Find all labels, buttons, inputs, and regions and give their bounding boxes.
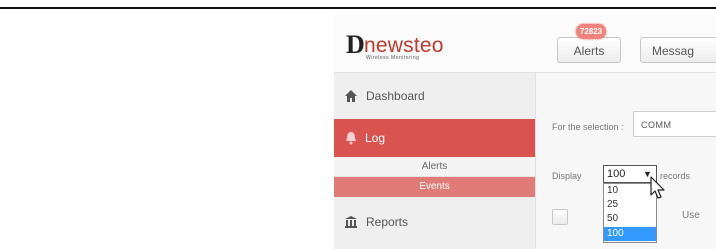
page-size-option[interactable]: 50 [604, 212, 656, 226]
sidebar: Dashboard Log Alerts Events Reports [334, 73, 536, 249]
alerts-count-badge: 72823 [576, 24, 606, 39]
page-size-option[interactable]: 25 [604, 198, 656, 212]
app-header: D newsteo Wireless Monitoring Alerts 728… [334, 14, 716, 73]
mouse-cursor-icon [650, 176, 665, 199]
logo-mark: D [346, 30, 365, 59]
main-content: For the selection : COMM Display 100 ▼ r… [536, 73, 716, 249]
sidebar-item-log[interactable]: Log [334, 119, 535, 157]
sidebar-item-label: Reports [366, 215, 409, 229]
page-size-option-selected[interactable]: 100 [604, 226, 656, 241]
user-column-header[interactable]: Use [682, 210, 700, 221]
alerts-button[interactable]: Alerts [557, 37, 621, 63]
app-window: D newsteo Wireless Monitoring Alerts 728… [334, 14, 716, 249]
bell-icon [346, 132, 356, 145]
sidebar-subitem-alerts[interactable]: Alerts [334, 157, 535, 177]
newsteo-logo[interactable]: D newsteo Wireless Monitoring [346, 32, 496, 62]
selection-action-button[interactable]: COMM [633, 111, 716, 137]
sidebar-item-label: Log [365, 131, 386, 145]
sidebar-item-label: Dashboard [366, 89, 425, 103]
page-size-value: 100 [607, 168, 626, 180]
sidebar-item-dashboard[interactable]: Dashboard [334, 83, 535, 109]
messages-button[interactable]: Messag [640, 37, 716, 63]
logo-tagline: Wireless Monitoring [366, 55, 420, 61]
sidebar-subitem-events[interactable]: Events [334, 177, 535, 197]
logo-name: newsteo [364, 34, 444, 57]
top-border-line [0, 7, 716, 9]
home-icon [345, 90, 357, 102]
bank-icon [345, 216, 357, 228]
display-label: Display [552, 171, 582, 181]
sidebar-item-reports[interactable]: Reports [334, 207, 535, 237]
select-all-checkbox[interactable] [552, 209, 568, 225]
selection-label: For the selection : [552, 122, 624, 132]
